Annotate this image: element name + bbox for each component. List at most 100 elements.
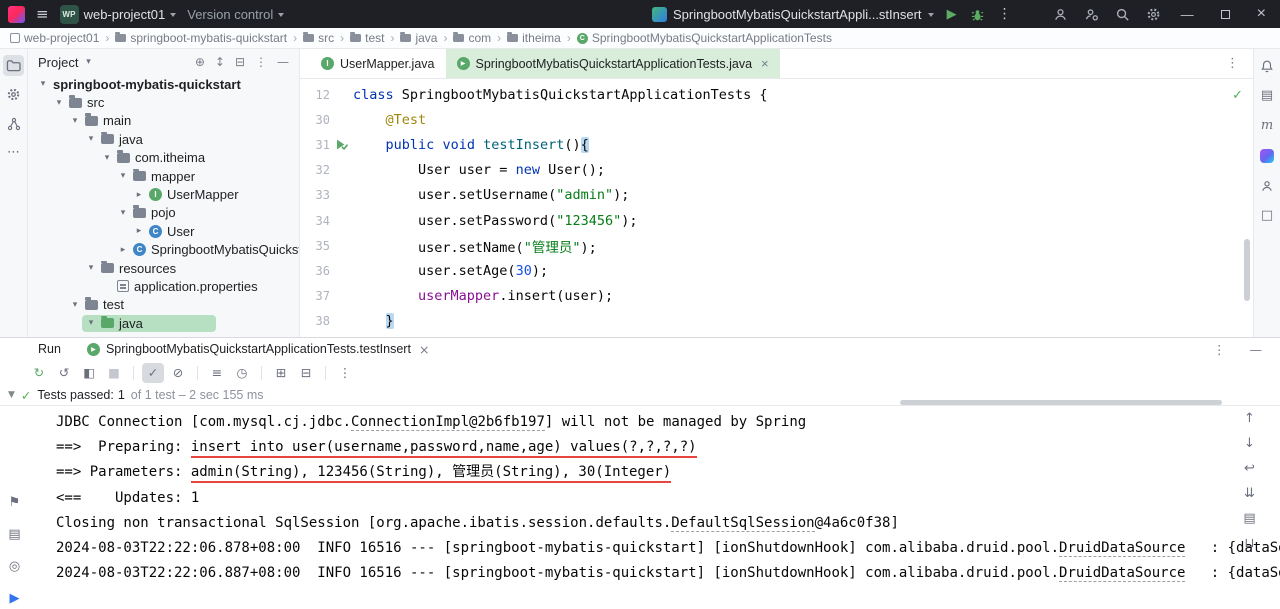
scroll-to-top-icon[interactable]: ↑ [1239, 410, 1260, 427]
close-icon[interactable]: × [1257, 6, 1266, 22]
bookmarks-icon[interactable]: ⚑ [4, 492, 25, 513]
console-output[interactable]: JDBC Connection [com.mysql.cj.jdbc.Conne… [0, 406, 1280, 586]
breadcrumb-item[interactable]: web-project01 [10, 31, 99, 45]
code-editor[interactable]: 12 class SpringbootMybatisQuickstartAppli… [300, 79, 1253, 337]
project-tree-item[interactable]: ▾ pojo [28, 204, 299, 222]
show-passed-icon[interactable]: ✓ [142, 362, 164, 383]
chevron-icon[interactable]: ▾ [118, 171, 128, 181]
services-icon[interactable]: ◎ [4, 556, 25, 577]
chevron-icon[interactable]: ▾ [54, 98, 64, 108]
run-configuration-selector[interactable]: SpringbootMybatisQuickstartAppli...stIns… [652, 6, 934, 22]
chevron-icon[interactable]: ▸ [134, 190, 144, 200]
project-tree-item[interactable]: ▾ resources [28, 259, 299, 277]
rerun-tests-icon[interactable]: ↻ [28, 363, 50, 383]
editor-scrollbar[interactable] [1244, 239, 1250, 301]
close-icon[interactable]: × [419, 342, 429, 357]
run-with-coverage-icon[interactable]: ◧ [78, 363, 100, 383]
chevron-icon[interactable]: ▾ [70, 116, 80, 126]
terminal-icon[interactable]: ▤ [4, 524, 25, 545]
chevron-down-icon[interactable]: ▼ [8, 390, 15, 400]
run-tool-icon[interactable]: ▶ [4, 588, 25, 609]
breadcrumb-item[interactable]: C SpringbootMybatisQuickstartApplicationT… [576, 31, 832, 45]
breadcrumb-item[interactable]: com [453, 31, 491, 45]
project-tree-item[interactable]: ▸ C User [28, 222, 299, 240]
structure-tool-icon[interactable] [3, 113, 24, 134]
project-tree-item[interactable]: ▾ java [28, 130, 299, 148]
breadcrumb-item[interactable]: src [303, 31, 334, 45]
soft-wrap-icon[interactable]: ↩ [1239, 460, 1260, 477]
project-selector[interactable]: WP web-project01 [59, 4, 177, 24]
notifications-icon[interactable] [1257, 55, 1278, 76]
expand-collapse-icon[interactable]: ↕ [215, 55, 225, 69]
chevron-icon[interactable]: ▾ [70, 300, 80, 310]
scroll-to-end-icon[interactable]: ⇊ [1239, 485, 1260, 502]
collapse-all-icon[interactable]: ⊟ [235, 55, 245, 69]
project-tool-icon[interactable] [3, 55, 24, 76]
more-options-icon[interactable]: ⋮ [255, 55, 267, 69]
project-tree-item[interactable]: ▾ com.itheima [28, 149, 299, 167]
clear-all-icon[interactable]: ⊔ [1239, 535, 1260, 552]
project-tree-item[interactable]: ▾ mapper [28, 167, 299, 185]
version-control-widget[interactable]: Version control [187, 7, 285, 22]
inspections-ok-icon[interactable]: ✓ [1232, 87, 1243, 103]
run-test-passed-icon[interactable] [330, 138, 353, 151]
minimize-icon[interactable]: — [1181, 7, 1194, 22]
show-ignored-icon[interactable]: ⊘ [167, 363, 189, 383]
maximize-icon[interactable] [1220, 9, 1230, 19]
profile-icon[interactable] [1257, 175, 1278, 196]
search-icon[interactable] [1115, 7, 1130, 22]
scroll-to-bottom-icon[interactable]: ↓ [1239, 435, 1260, 452]
stop-icon[interactable]: ■ [103, 363, 125, 383]
chevron-icon[interactable]: ▸ [134, 226, 144, 236]
layers-icon[interactable]: ▤ [1257, 85, 1278, 106]
hide-panel-icon[interactable]: — [1250, 342, 1263, 357]
more-actions-icon[interactable]: ⋮ [998, 6, 1012, 22]
chevron-icon[interactable]: ▸ [118, 245, 128, 255]
sort-by-duration-icon[interactable]: ◷ [231, 363, 253, 383]
scrollbar-thumb[interactable] [900, 400, 1222, 405]
plugins-icon[interactable]: □ [1257, 205, 1278, 226]
project-tree-item[interactable]: ▸ I UserMapper [28, 185, 299, 203]
settings-icon[interactable] [1146, 7, 1161, 22]
expand-all-icon[interactable]: ⊞ [270, 363, 292, 383]
debug-button[interactable] [970, 7, 985, 22]
chevron-icon[interactable]: ▾ [86, 263, 96, 273]
run-button[interactable]: ▶ [947, 7, 957, 22]
editor-tab[interactable]: ▶ SpringbootMybatisQuickstartApplicationT… [445, 49, 780, 78]
collapse-all-icon[interactable]: ⊟ [295, 363, 317, 383]
more-options-icon[interactable]: ⋮ [1213, 342, 1226, 357]
main-menu-icon[interactable]: ≡ [36, 5, 49, 23]
project-tree-item[interactable]: ▸ C SpringbootMybatisQuickst [28, 241, 299, 259]
project-tree-item[interactable]: ▾ java [28, 314, 299, 332]
project-tree-item[interactable]: ▾ springboot-mybatis-quickstart [28, 75, 299, 93]
project-tree-item[interactable]: application.properties [28, 277, 299, 295]
maven-icon[interactable]: m [1257, 115, 1278, 136]
chevron-icon[interactable]: ▾ [38, 79, 48, 89]
code-with-me-icon[interactable] [1053, 7, 1068, 22]
locate-file-icon[interactable]: ⊕ [195, 55, 205, 69]
breadcrumb-item[interactable]: itheima [507, 31, 561, 45]
close-icon[interactable]: × [761, 56, 769, 71]
chevron-icon[interactable]: ▾ [86, 318, 96, 328]
more-options-icon[interactable]: ⋮ [334, 363, 356, 383]
breadcrumb-item[interactable]: test [350, 31, 384, 45]
ai-assistant-icon[interactable] [1257, 145, 1278, 166]
chevron-icon[interactable]: ▾ [86, 134, 96, 144]
project-tree-item[interactable]: ▾ main [28, 112, 299, 130]
settings-tool-icon[interactable] [3, 84, 24, 105]
rerun-failed-tests-icon[interactable]: ↺ [53, 363, 75, 383]
more-tools-icon[interactable]: ⋯ [3, 142, 24, 163]
hide-panel-icon[interactable]: — [277, 55, 289, 69]
breadcrumb-item[interactable]: springboot-mybatis-quickstart [115, 31, 287, 45]
more-options-icon[interactable]: ⋮ [1226, 49, 1253, 78]
chevron-icon[interactable]: ▾ [118, 208, 128, 218]
remote-dev-icon[interactable] [1084, 7, 1099, 22]
chevron-icon[interactable]: ▾ [102, 153, 112, 163]
project-tree-item[interactable]: ▾ test [28, 296, 299, 314]
print-icon[interactable]: ▤ [1239, 510, 1260, 527]
sort-alphabetically-icon[interactable]: ≡ [206, 363, 228, 383]
project-panel-title[interactable]: Project [38, 55, 78, 70]
run-tab[interactable]: ▶ SpringbootMybatisQuickstartApplication… [86, 342, 429, 357]
editor-tab[interactable]: I UserMapper.java [310, 49, 446, 78]
project-tree-item[interactable]: ▾ src [28, 93, 299, 111]
